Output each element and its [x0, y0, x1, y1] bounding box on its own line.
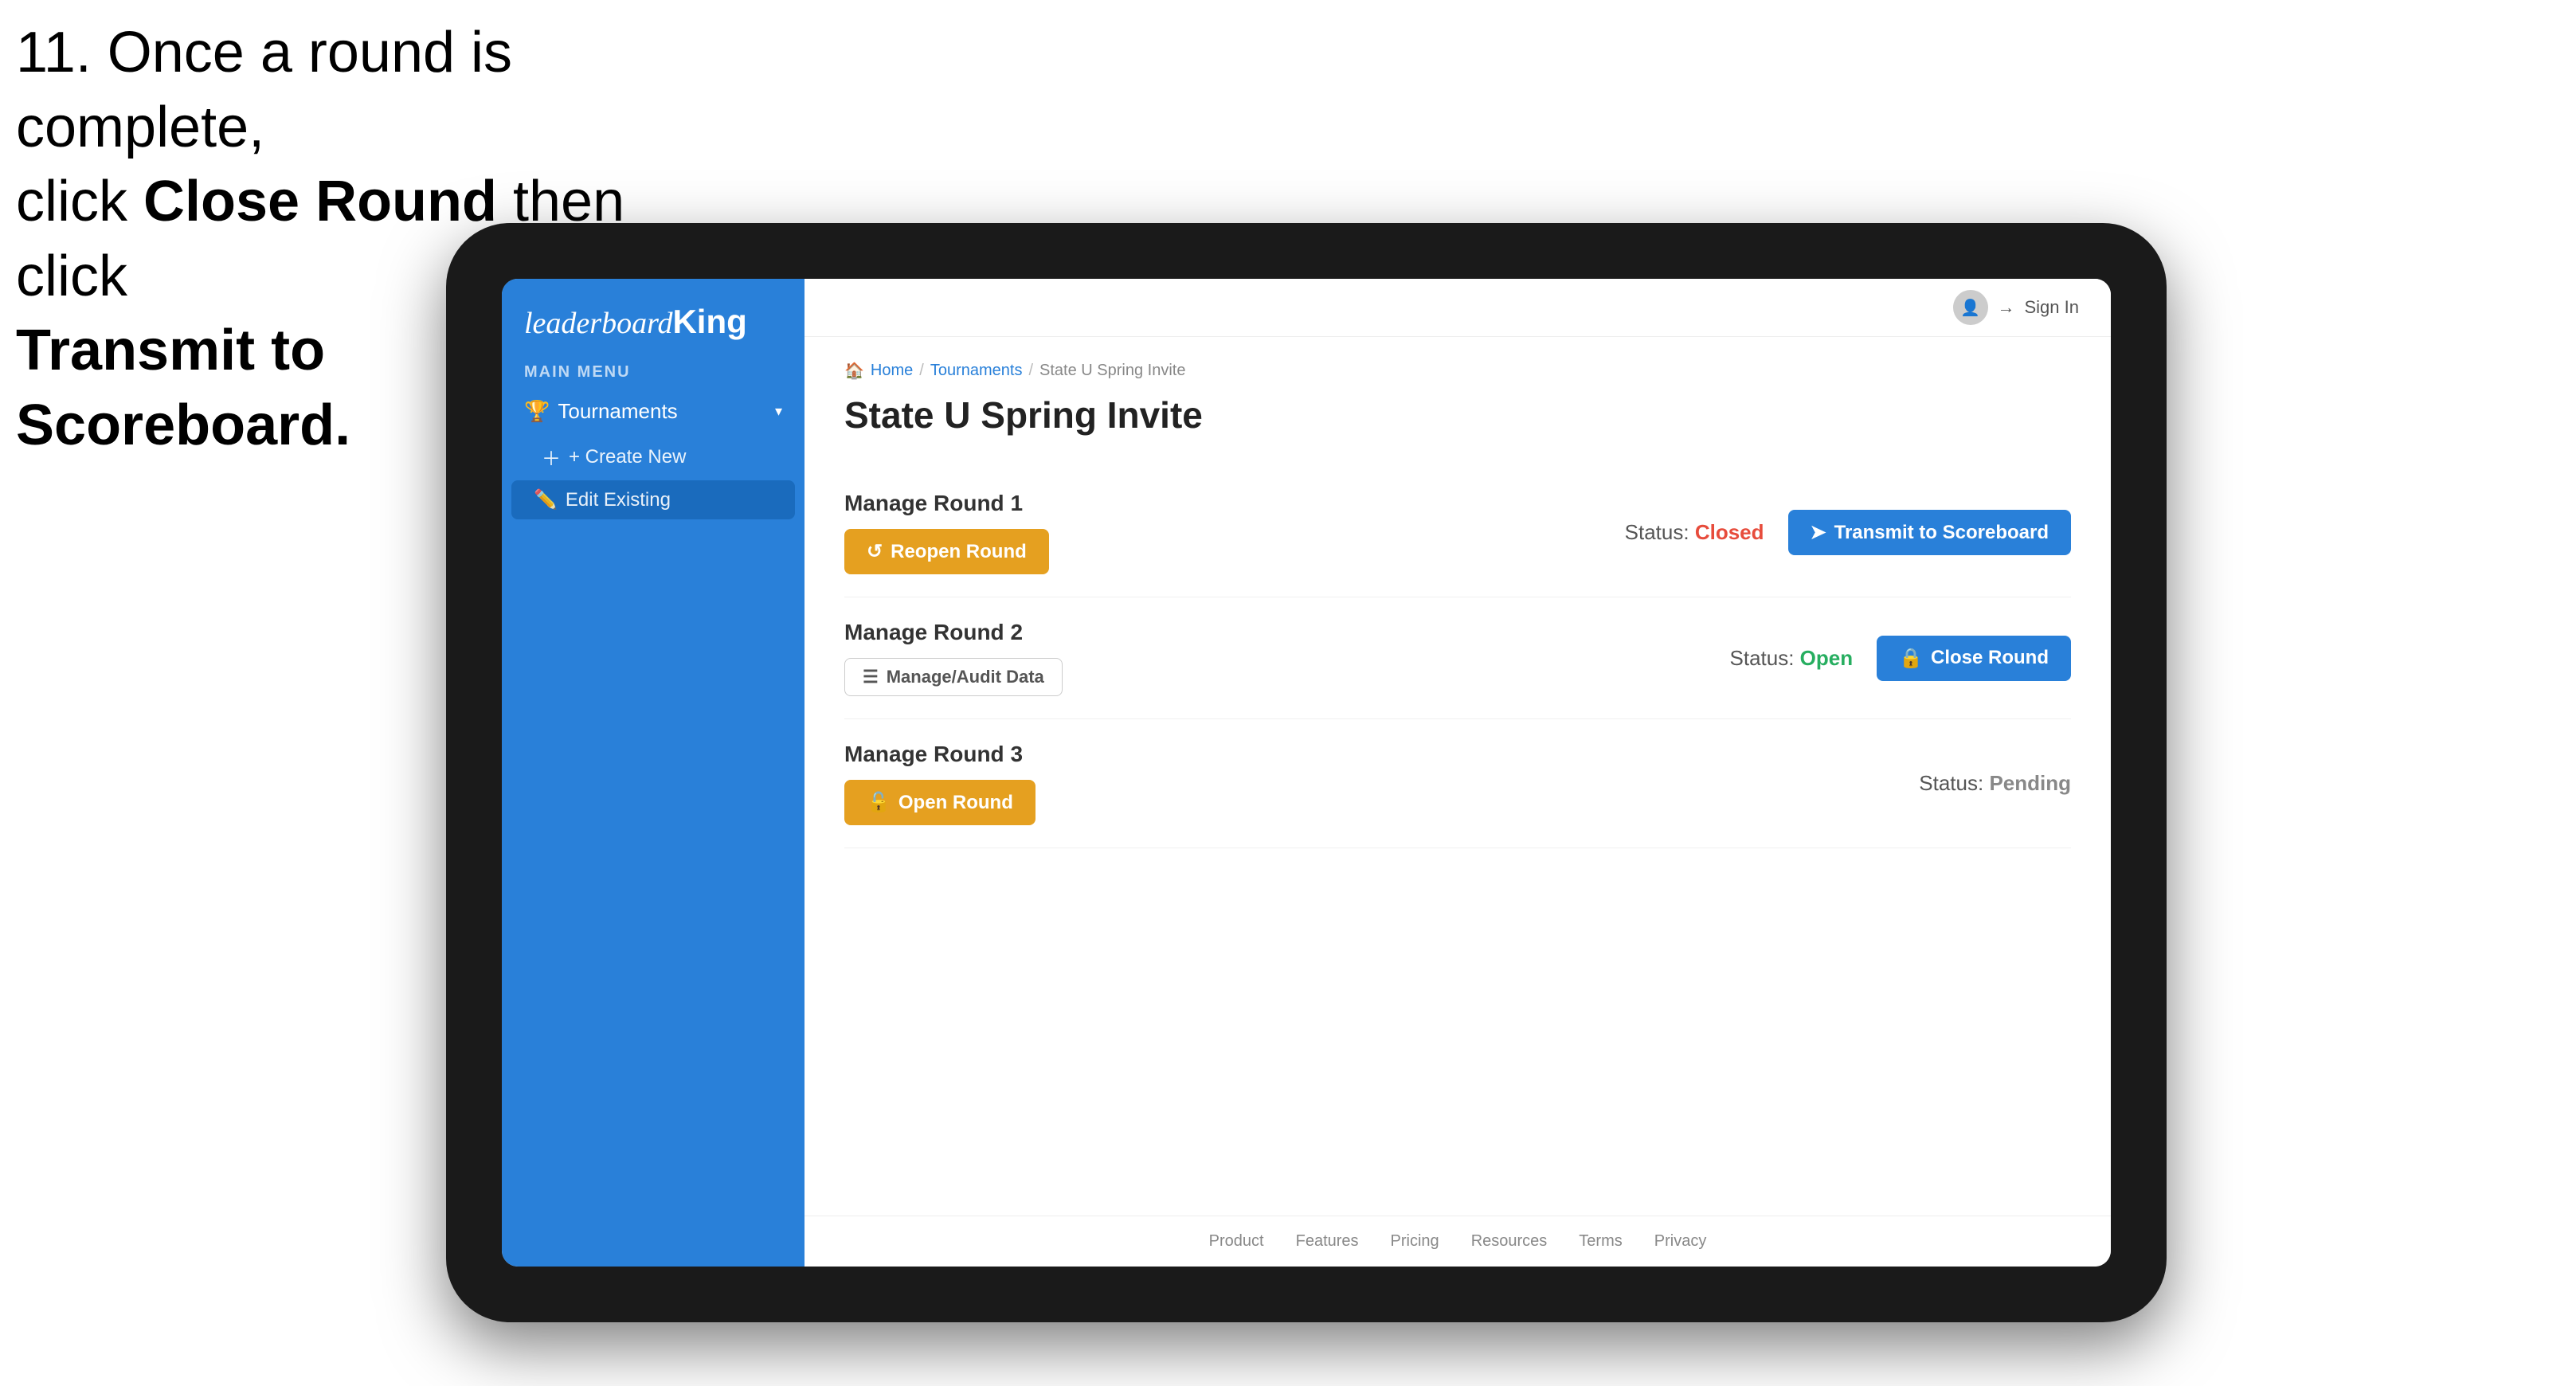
round-1-title: Manage Round 1 [844, 491, 1049, 516]
sign-in-arrow: → [1998, 297, 2015, 318]
tournaments-label: Tournaments [558, 399, 677, 424]
round-3-title: Manage Round 3 [844, 742, 1035, 767]
breadcrumb-sep1: / [919, 362, 924, 380]
sidebar-edit-existing[interactable]: ✏️ Edit Existing [511, 480, 795, 519]
breadcrumb-home-link[interactable]: Home [871, 362, 913, 380]
round-3-status: Status: Pending [1919, 771, 2071, 796]
instruction-line2-prefix: click [16, 170, 143, 233]
main-menu-label: MAIN MENU [502, 357, 805, 388]
footer-product[interactable]: Product [1209, 1232, 1264, 1251]
round-3-status-value: Pending [1989, 771, 2071, 795]
transmit-scoreboard-button[interactable]: ➤ Transmit to Scoreboard [1788, 510, 2072, 555]
reopen-icon: ↺ [867, 540, 883, 563]
footer-pricing[interactable]: Pricing [1391, 1232, 1439, 1251]
footer: Product Features Pricing Resources Terms… [805, 1216, 2111, 1267]
round-1-status: Status: Closed [1625, 520, 1764, 545]
content-area: 🏠 Home / Tournaments / State U Spring In… [805, 337, 2111, 1216]
round-2-status: Status: Open [1730, 646, 1854, 671]
sidebar-create-new[interactable]: ＋ + Create New [502, 435, 805, 479]
round-3-right: Status: Pending [1919, 771, 2071, 796]
footer-terms[interactable]: Terms [1579, 1232, 1622, 1251]
sign-in-label[interactable]: Sign In [2025, 297, 2080, 318]
user-avatar: 👤 [1953, 290, 1988, 325]
round-2-status-value: Open [1800, 646, 1853, 670]
audit-icon: ☰ [863, 667, 879, 687]
footer-resources[interactable]: Resources [1471, 1232, 1548, 1251]
round-2-title: Manage Round 2 [844, 620, 1063, 645]
breadcrumb-tournaments-link[interactable]: Tournaments [930, 362, 1023, 380]
reopen-label: Reopen Round [891, 541, 1027, 563]
main-content: 👤 → Sign In 🏠 Home / Tournaments / State [805, 279, 2111, 1267]
instruction-transmit: Transmit to Scoreboard. [16, 319, 350, 457]
plus-icon: ＋ [542, 443, 561, 471]
unlock-icon: 🔓 [867, 791, 891, 814]
instruction-close-round: Close Round [143, 170, 497, 233]
manage-audit-button[interactable]: ☰ Manage/Audit Data [844, 658, 1063, 696]
page-title: State U Spring Invite [844, 393, 2071, 437]
open-round-button[interactable]: 🔓 Open Round [844, 780, 1035, 825]
close-round-button[interactable]: 🔒 Close Round [1877, 636, 2071, 681]
tablet-screen: leaderboardKing MAIN MENU 🏆 Tournaments … [502, 279, 2111, 1267]
sidebar-item-tournaments[interactable]: 🏆 Tournaments ▾ [502, 388, 805, 435]
breadcrumb-current: State U Spring Invite [1039, 362, 1185, 380]
logo-area: leaderboardKing [502, 279, 805, 357]
close-round-label: Close Round [1931, 647, 2049, 669]
round-1-section: Manage Round 1 ↺ Reopen Round Status: Cl… [844, 468, 2071, 597]
chevron-down-icon: ▾ [775, 403, 782, 420]
round-3-buttons-left: 🔓 Open Round [844, 780, 1035, 825]
round-3-left: Manage Round 3 🔓 Open Round [844, 742, 1035, 825]
create-new-label: + Create New [569, 446, 686, 468]
round-2-left: Manage Round 2 ☰ Manage/Audit Data [844, 620, 1063, 696]
instruction-line1: 11. Once a round is complete, [16, 21, 512, 159]
round-2-section: Manage Round 2 ☰ Manage/Audit Data Statu… [844, 597, 2071, 719]
sidebar: leaderboardKing MAIN MENU 🏆 Tournaments … [502, 279, 805, 1267]
round-1-right: Status: Closed ➤ Transmit to Scoreboard [1625, 510, 2071, 555]
round-1-status-value: Closed [1695, 520, 1764, 544]
footer-features[interactable]: Features [1296, 1232, 1359, 1251]
tablet-device: leaderboardKing MAIN MENU 🏆 Tournaments … [446, 223, 2167, 1322]
top-nav: 👤 → Sign In [805, 279, 2111, 337]
breadcrumb-sep2: / [1028, 362, 1033, 380]
breadcrumb-home: 🏠 [844, 361, 864, 381]
audit-label: Manage/Audit Data [887, 667, 1044, 687]
footer-privacy[interactable]: Privacy [1654, 1232, 1707, 1251]
edit-icon: ✏️ [534, 488, 558, 511]
round-3-section: Manage Round 3 🔓 Open Round Status: Pend… [844, 719, 2071, 848]
logo: leaderboardKing [524, 303, 782, 341]
transmit-label: Transmit to Scoreboard [1834, 522, 2049, 544]
trophy-icon: 🏆 [524, 399, 550, 424]
breadcrumb: 🏠 Home / Tournaments / State U Spring In… [844, 361, 2071, 381]
logo-bold: King [672, 303, 746, 340]
round-2-right: Status: Open 🔒 Close Round [1730, 636, 2072, 681]
open-round-label: Open Round [898, 792, 1013, 814]
transmit-icon: ➤ [1811, 521, 1826, 544]
logo-prefix: leaderboard [524, 307, 672, 340]
app-container: leaderboardKing MAIN MENU 🏆 Tournaments … [502, 279, 2111, 1267]
round-1-buttons-left: ↺ Reopen Round [844, 529, 1049, 574]
lock-icon: 🔒 [1899, 647, 1923, 670]
round-2-buttons-left: ☰ Manage/Audit Data [844, 658, 1063, 696]
round-1-left: Manage Round 1 ↺ Reopen Round [844, 491, 1049, 574]
sign-in-area[interactable]: 👤 → Sign In [1953, 290, 2080, 325]
edit-existing-label: Edit Existing [566, 489, 671, 511]
reopen-round-button[interactable]: ↺ Reopen Round [844, 529, 1049, 574]
